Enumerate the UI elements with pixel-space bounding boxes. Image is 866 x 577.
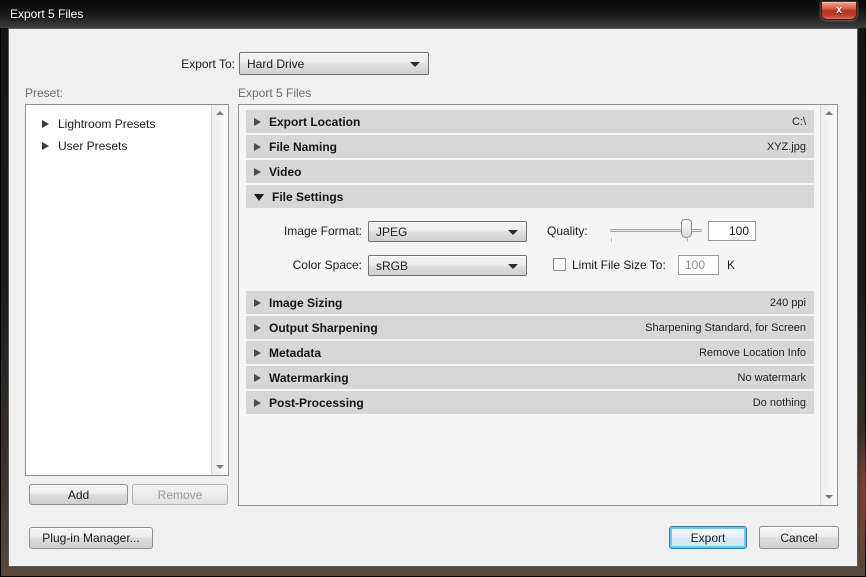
file-settings-content: Image Format: JPEG Quality: 100	[246, 210, 814, 289]
preset-list: Lightroom Presets User Presets	[25, 104, 229, 476]
export-dialog-window: Export 5 Files x Export To: Hard Drive P…	[0, 0, 866, 577]
limit-file-size-label: Limit File Size To:	[572, 258, 666, 272]
settings-panel: Export Location C:\ File Naming XYZ.jpg …	[238, 104, 838, 506]
image-format-label: Image Format:	[246, 224, 362, 238]
settings-panel-header: Export 5 Files	[238, 86, 311, 100]
color-space-label: Color Space:	[246, 258, 362, 272]
expander-icon[interactable]	[254, 324, 261, 332]
color-space-select[interactable]: sRGB	[368, 255, 527, 276]
remove-button-label: Remove	[158, 488, 203, 502]
section-label: Export Location	[269, 115, 360, 129]
chevron-down-icon	[508, 264, 518, 269]
section-value: Remove Location Info	[699, 347, 806, 359]
titlebar[interactable]: Export 5 Files x	[0, 0, 866, 28]
cancel-button[interactable]: Cancel	[759, 526, 839, 549]
slider-tick	[687, 238, 688, 242]
add-button-label: Add	[68, 488, 89, 502]
expander-icon[interactable]	[254, 143, 261, 151]
slider-tick	[611, 238, 612, 242]
export-button[interactable]: Export	[669, 526, 747, 549]
close-button[interactable]: x	[821, 2, 857, 20]
export-to-value: Hard Drive	[247, 57, 304, 71]
scroll-down-icon[interactable]	[212, 459, 228, 475]
export-to-select[interactable]: Hard Drive	[239, 52, 429, 75]
cancel-button-label: Cancel	[780, 531, 817, 545]
export-button-label: Export	[691, 531, 726, 545]
section-value: Do nothing	[753, 397, 806, 409]
quality-slider[interactable]	[610, 218, 702, 244]
section-output-sharpening[interactable]: Output Sharpening Sharpening Standard, f…	[246, 316, 814, 339]
close-icon: x	[836, 4, 842, 16]
plugin-manager-label: Plug-in Manager...	[42, 531, 139, 545]
preset-scrollbar[interactable]	[211, 105, 228, 475]
preset-item-label: User Presets	[58, 139, 127, 153]
expander-icon[interactable]	[254, 349, 261, 357]
export-to-label: Export To:	[9, 57, 235, 71]
chevron-down-icon	[410, 62, 420, 67]
expander-icon[interactable]	[254, 399, 261, 407]
dialog-body: Export To: Hard Drive Preset: Lightroom …	[8, 28, 858, 567]
settings-scrollbar[interactable]	[820, 105, 837, 505]
limit-file-size-checkbox[interactable]	[553, 258, 566, 271]
quality-label: Quality:	[547, 224, 588, 238]
section-label: Watermarking	[269, 371, 349, 385]
section-value: Sharpening Standard, for Screen	[645, 322, 806, 334]
section-label: Image Sizing	[269, 296, 342, 310]
expander-icon[interactable]	[254, 299, 261, 307]
section-value: No watermark	[738, 372, 806, 384]
quality-input[interactable]: 100	[708, 221, 756, 241]
quality-slider-thumb[interactable]	[681, 219, 692, 238]
section-value: 240 ppi	[770, 297, 806, 309]
expander-icon[interactable]	[42, 120, 49, 128]
add-button[interactable]: Add	[29, 484, 128, 505]
remove-button[interactable]: Remove	[132, 484, 228, 505]
section-label: Output Sharpening	[269, 321, 378, 335]
section-file-settings[interactable]: File Settings	[246, 185, 814, 208]
limit-file-size-input[interactable]: 100	[678, 255, 719, 275]
limit-file-size-unit: K	[727, 258, 735, 272]
quality-value: 100	[729, 224, 749, 238]
section-metadata[interactable]: Metadata Remove Location Info	[246, 341, 814, 364]
section-label: Metadata	[269, 346, 321, 360]
scroll-down-icon[interactable]	[821, 489, 837, 505]
section-video[interactable]: Video	[246, 160, 814, 183]
scroll-up-icon[interactable]	[212, 105, 228, 121]
section-watermarking[interactable]: Watermarking No watermark	[246, 366, 814, 389]
section-value: C:\	[792, 116, 806, 128]
expander-icon[interactable]	[254, 118, 261, 126]
image-format-select[interactable]: JPEG	[368, 221, 527, 242]
expander-icon[interactable]	[42, 142, 49, 150]
section-export-location[interactable]: Export Location C:\	[246, 110, 814, 133]
section-value: XYZ.jpg	[767, 141, 806, 153]
color-space-value: sRGB	[376, 259, 408, 273]
chevron-down-icon	[508, 230, 518, 235]
preset-item-label: Lightroom Presets	[58, 117, 155, 131]
expander-icon[interactable]	[254, 374, 261, 382]
plugin-manager-button[interactable]: Plug-in Manager...	[29, 527, 153, 549]
expander-icon[interactable]	[254, 194, 264, 201]
preset-item-user-presets[interactable]: User Presets	[26, 135, 211, 157]
limit-file-size-value: 100	[685, 258, 705, 272]
image-format-value: JPEG	[376, 225, 407, 239]
section-file-naming[interactable]: File Naming XYZ.jpg	[246, 135, 814, 158]
section-label: File Naming	[269, 140, 337, 154]
section-label: Post-Processing	[269, 396, 364, 410]
section-post-processing[interactable]: Post-Processing Do nothing	[246, 391, 814, 414]
expander-icon[interactable]	[254, 168, 261, 176]
section-label: File Settings	[272, 190, 343, 204]
scroll-up-icon[interactable]	[821, 105, 837, 121]
preset-items: Lightroom Presets User Presets	[26, 105, 211, 475]
section-image-sizing[interactable]: Image Sizing 240 ppi	[246, 291, 814, 314]
preset-item-lightroom-presets[interactable]: Lightroom Presets	[26, 113, 211, 135]
section-label: Video	[269, 165, 301, 179]
accordion-rows: Export Location C:\ File Naming XYZ.jpg …	[246, 110, 814, 416]
preset-label: Preset:	[25, 86, 63, 100]
window-title: Export 5 Files	[10, 7, 83, 21]
